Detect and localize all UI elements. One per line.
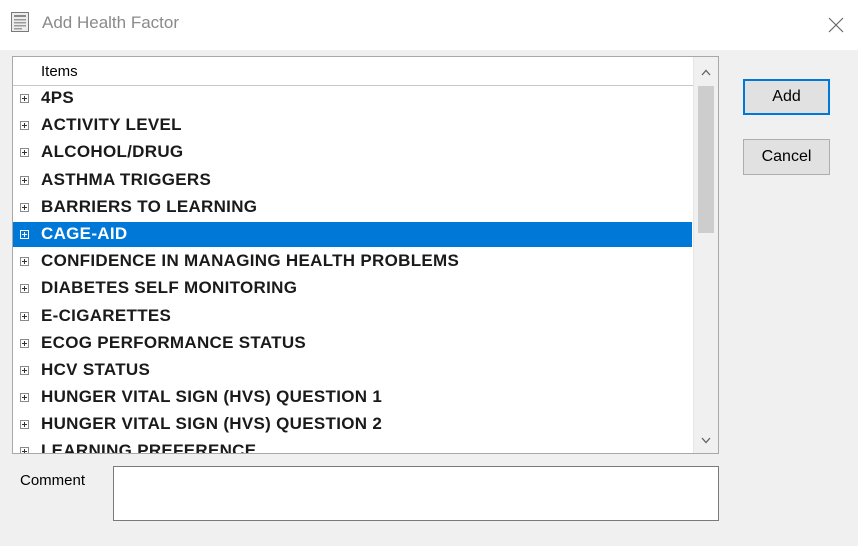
chevron-up-icon: [701, 69, 711, 75]
form-icon: [11, 12, 29, 32]
plus-box-icon[interactable]: [20, 202, 29, 212]
vertical-scrollbar[interactable]: [693, 57, 718, 453]
tree-item[interactable]: E-CIGARETTES: [13, 304, 695, 331]
tree-item[interactable]: HUNGER VITAL SIGN (HVS) QUESTION 2: [13, 412, 695, 439]
plus-box-icon[interactable]: [20, 94, 29, 103]
tree-item-label: CONFIDENCE IN MANAGING HEALTH PROBLEMS: [41, 251, 460, 271]
tree-item-label: CAGE-AID: [41, 223, 128, 243]
tree-item-label: HUNGER VITAL SIGN (HVS) QUESTION 1: [41, 387, 383, 407]
tree-item-label: ECOG PERFORMANCE STATUS: [41, 332, 307, 352]
plus-box-icon[interactable]: [20, 175, 29, 185]
tree-item-label: BARRIERS TO LEARNING: [41, 196, 258, 216]
plus-box-icon[interactable]: [20, 420, 29, 430]
close-icon: [828, 17, 844, 33]
add-button[interactable]: Add: [743, 79, 830, 115]
tree-item-label: E-CIGARETTES: [41, 305, 172, 325]
items-tree-list[interactable]: Items 4PS ACTIVITY LEVEL ALCOHOL/DRUG ASTHM…: [12, 56, 719, 454]
tree-item-label: HUNGER VITAL SIGN (HVS) QUESTION 2: [41, 414, 383, 434]
plus-box-icon[interactable]: [20, 338, 29, 348]
tree-item[interactable]: ACTIVITY LEVEL: [13, 113, 695, 140]
tree-item[interactable]: HUNGER VITAL SIGN (HVS) QUESTION 1: [13, 385, 695, 412]
column-header-label: Items: [41, 63, 78, 80]
tree-item[interactable]: LEARNING PREFERENCE: [13, 439, 695, 454]
plus-box-icon[interactable]: [20, 365, 29, 375]
tree-item-label: HCV STATUS: [41, 359, 151, 379]
plus-box-icon[interactable]: [20, 121, 29, 131]
title-bar: Add Health Factor: [0, 0, 858, 50]
tree-item[interactable]: ASTHMA TRIGGERS: [13, 168, 695, 195]
plus-box-icon[interactable]: [20, 229, 29, 239]
scrollbar-thumb[interactable]: [698, 86, 714, 233]
comment-label: Comment: [20, 472, 86, 489]
tree-rows: 4PS ACTIVITY LEVEL ALCOHOL/DRUG ASTHMA TRIG…: [13, 86, 695, 454]
scroll-up-button[interactable]: [694, 61, 718, 83]
tree-item[interactable]: DIABETES SELF MONITORING: [13, 276, 695, 303]
column-header: Items: [13, 57, 695, 86]
plus-box-icon[interactable]: [20, 284, 29, 294]
plus-box-icon[interactable]: [20, 447, 29, 453]
column-header-items[interactable]: Items: [13, 57, 694, 84]
plus-box-icon[interactable]: [20, 311, 29, 321]
tree-item-label: ACTIVITY LEVEL: [41, 115, 182, 135]
chevron-down-icon: [701, 437, 711, 443]
tree-item-label: LEARNING PREFERENCE: [41, 441, 257, 454]
tree-item[interactable]: HCV STATUS: [13, 358, 695, 385]
plus-box-icon[interactable]: [20, 393, 29, 403]
comment-field[interactable]: [113, 466, 719, 521]
tree-item-label: ASTHMA TRIGGERS: [41, 169, 212, 189]
tree-item[interactable]: ECOG PERFORMANCE STATUS: [13, 331, 695, 358]
tree-item-label: ALCOHOL/DRUG: [41, 142, 184, 162]
plus-box-icon[interactable]: [20, 257, 29, 267]
scroll-down-button[interactable]: [694, 429, 718, 451]
tree-item-label: DIABETES SELF MONITORING: [41, 278, 298, 298]
tree-item[interactable]: CONFIDENCE IN MANAGING HEALTH PROBLEMS: [13, 249, 695, 276]
tree-item-label: 4PS: [41, 88, 75, 107]
window-title: Add Health Factor: [42, 13, 180, 32]
close-button[interactable]: [814, 0, 858, 50]
tree-item[interactable]: ALCOHOL/DRUG: [13, 140, 695, 167]
tree-item[interactable]: 4PS: [13, 86, 695, 113]
cancel-button[interactable]: Cancel: [743, 139, 830, 175]
plus-box-icon[interactable]: [20, 148, 29, 158]
tree-item[interactable]: BARRIERS TO LEARNING: [13, 195, 695, 222]
tree-item[interactable]: CAGE-AID: [13, 221, 695, 249]
